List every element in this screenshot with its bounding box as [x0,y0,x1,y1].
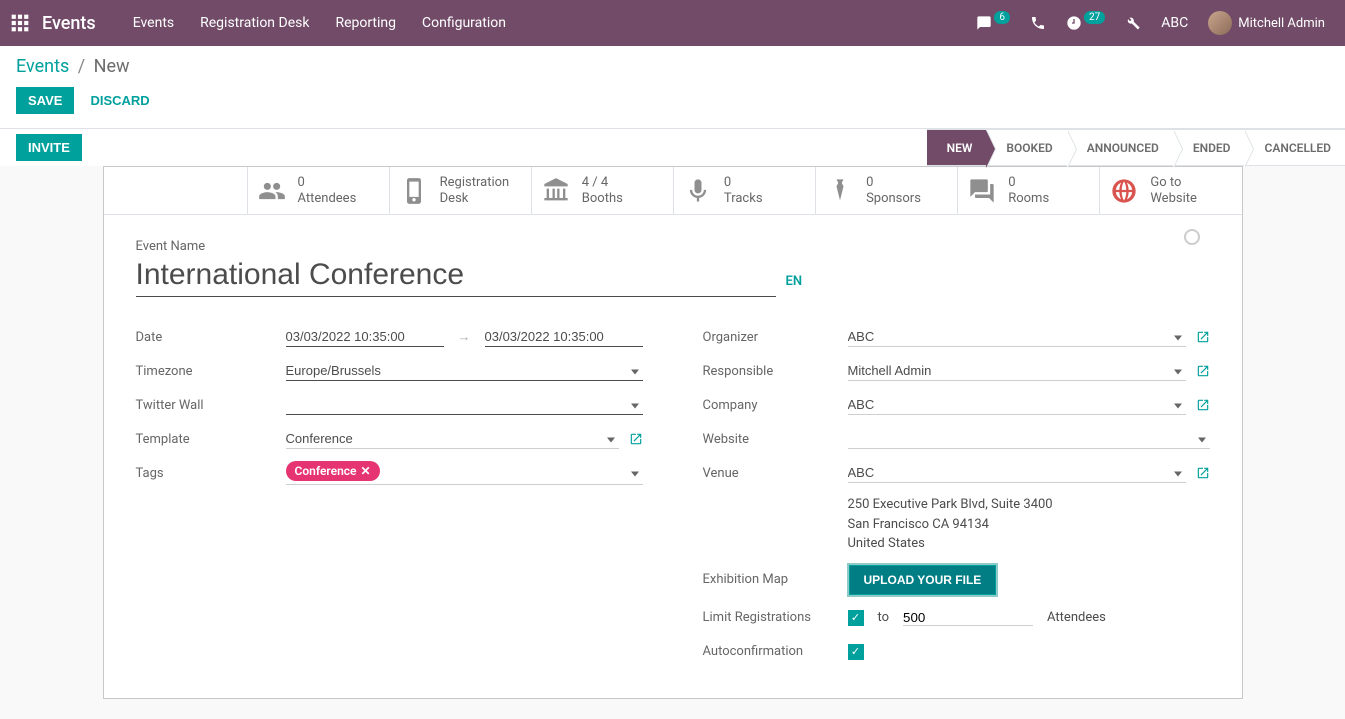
form-sheet: 0Attendees RegistrationDesk 4 / 4Booths … [103,166,1243,699]
twitter-select[interactable] [286,395,643,415]
user-menu[interactable]: Mitchell Admin [1208,11,1325,35]
label-venue: Venue [703,466,848,481]
right-column: Organizer Responsible Company Website [703,325,1210,674]
left-column: Date → Timezone Twitter Wall Templ [136,325,643,674]
label-limit-registrations: Limit Registrations [703,610,848,625]
debug-button[interactable] [1125,15,1141,31]
label-timezone: Timezone [136,364,286,379]
avatar [1208,11,1232,35]
template-select[interactable] [286,429,619,449]
label-tags: Tags [136,466,286,481]
label-twitter: Twitter Wall [136,398,286,413]
nav-registration-desk[interactable]: Registration Desk [200,15,309,31]
apps-icon[interactable] [10,13,30,33]
timezone-select[interactable] [286,361,643,381]
stat-buttons: 0Attendees RegistrationDesk 4 / 4Booths … [104,167,1242,215]
phone-icon [1030,15,1046,31]
event-name-input[interactable] [136,256,776,297]
building-icon [542,177,570,205]
stat-sponsors[interactable]: 0Sponsors [816,167,958,214]
company-select[interactable] [848,395,1186,415]
upload-file-button[interactable]: UPLOAD YOUR FILE [848,564,998,596]
date-start-input[interactable] [286,327,444,347]
venue-select[interactable] [848,463,1186,483]
breadcrumb-current: New [94,56,130,77]
label-responsible: Responsible [703,364,848,379]
autoconfirmation-checkbox[interactable]: ✓ [848,644,864,660]
external-link-icon[interactable] [1196,330,1210,344]
globe-icon [1110,177,1138,205]
users-icon [258,177,286,205]
website-select[interactable] [848,429,1210,449]
phone-button[interactable] [1030,15,1046,31]
label-date: Date [136,330,286,345]
chat-icon [976,15,992,31]
company-switcher[interactable]: ABC [1161,15,1188,31]
action-buttons: SAVE DISCARD [0,77,1345,128]
language-button[interactable]: EN [786,274,803,289]
label-autoconfirmation: Autoconfirmation [703,644,848,659]
limit-checkbox[interactable]: ✓ [848,610,864,626]
nav-events[interactable]: Events [133,15,174,31]
tie-icon [826,177,854,205]
mic-icon [684,177,712,205]
label-exhibition-map: Exhibition Map [703,572,848,587]
stat-registration-desk[interactable]: RegistrationDesk [390,167,532,214]
module-name[interactable]: Events [42,13,96,34]
label-template: Template [136,432,286,447]
save-button[interactable]: SAVE [16,87,74,114]
stat-rooms[interactable]: 0Rooms [958,167,1100,214]
nav-reporting[interactable]: Reporting [335,15,396,31]
breadcrumb-row: Events / New [0,46,1345,77]
kanban-state-indicator[interactable] [1184,229,1200,245]
tag-chip[interactable]: Conference✕ [286,461,380,481]
stat-tracks[interactable]: 0Tracks [674,167,816,214]
limit-value-input[interactable] [903,610,1033,626]
stage-new[interactable]: NEW [927,129,987,166]
date-end-input[interactable] [485,327,643,347]
stage-cancelled[interactable]: CANCELLED [1244,129,1345,166]
clock-icon [1066,15,1082,31]
stages: NEW BOOKED ANNOUNCED ENDED CANCELLED [927,129,1345,166]
breadcrumb-root[interactable]: Events [16,56,69,77]
organizer-select[interactable] [848,327,1186,347]
arrow-right-icon: → [458,329,471,345]
label-company: Company [703,398,848,413]
external-link-icon[interactable] [1196,466,1210,480]
label-organizer: Organizer [703,330,848,345]
stat-booths[interactable]: 4 / 4Booths [532,167,674,214]
breadcrumb: Events / New [16,56,1329,77]
stage-announced[interactable]: ANNOUNCED [1067,129,1173,166]
label-website: Website [703,432,848,447]
chat-badge: 6 [994,11,1010,24]
topbar: Events Events Registration Desk Reportin… [0,0,1345,46]
nav-configuration[interactable]: Configuration [422,15,506,31]
stage-ended[interactable]: ENDED [1173,129,1245,166]
user-name: Mitchell Admin [1238,16,1325,31]
messaging-button[interactable]: 6 [976,15,1010,31]
activities-button[interactable]: 27 [1066,15,1105,31]
stage-booked[interactable]: BOOKED [986,129,1066,166]
discard-button[interactable]: DISCARD [90,93,149,108]
event-name-label: Event Name [136,239,776,254]
external-link-icon[interactable] [629,432,643,446]
external-link-icon[interactable] [1196,364,1210,378]
activity-badge: 27 [1084,11,1105,24]
tag-remove-icon[interactable]: ✕ [361,464,371,478]
external-link-icon[interactable] [1196,398,1210,412]
responsible-select[interactable] [848,361,1186,381]
mobile-icon [400,177,428,205]
venue-address: 250 Executive Park Blvd, Suite 3400 San … [848,495,1053,554]
stage-row: INVITE NEW BOOKED ANNOUNCED ENDED CANCEL… [0,128,1345,166]
comments-icon [968,177,996,205]
stat-website[interactable]: Go toWebsite [1100,167,1241,214]
stat-attendees[interactable]: 0Attendees [248,167,390,214]
invite-button[interactable]: INVITE [16,134,82,161]
wrench-icon [1125,15,1141,31]
